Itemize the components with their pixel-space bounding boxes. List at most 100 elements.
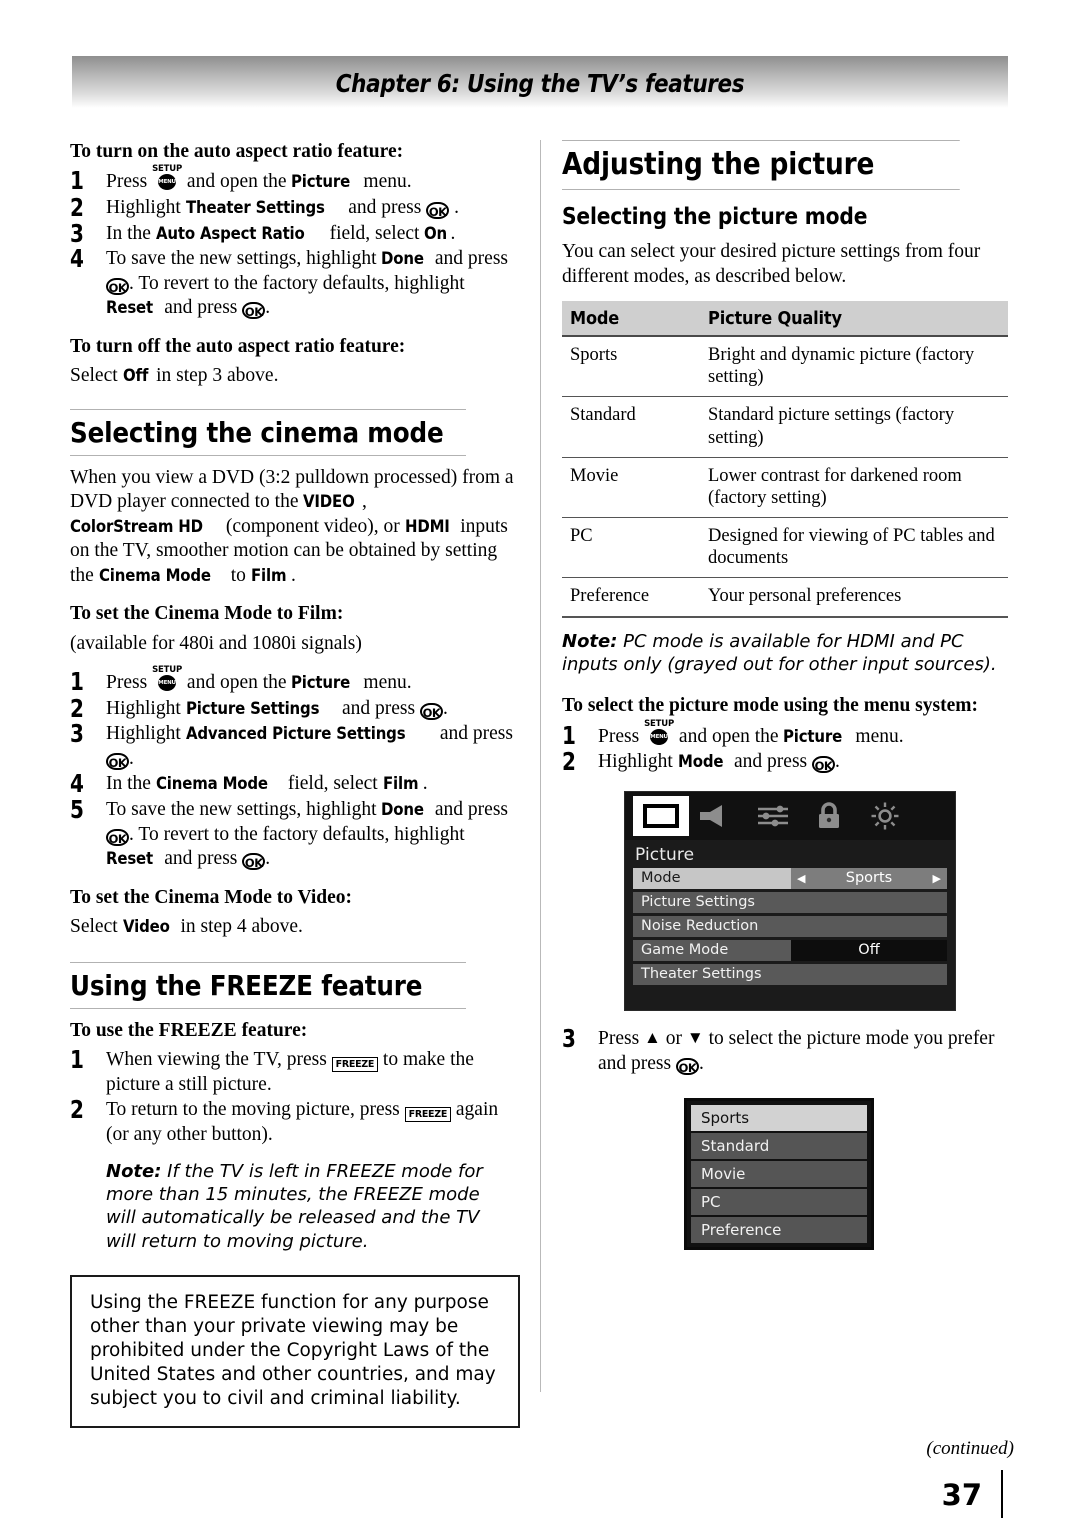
ok-key-icon: OK <box>812 756 835 774</box>
ok-key-icon: OK <box>106 828 129 846</box>
setup-menu-key-icon: SETUP MENU <box>152 666 182 692</box>
list-item: 3 Press ▲ or ▼ to select the picture mode… <box>562 1025 1014 1076</box>
dropdown-option-movie[interactable]: Movie <box>691 1161 867 1188</box>
step-number: 3 <box>70 719 84 749</box>
dropdown-option-standard[interactable]: Standard <box>691 1133 867 1160</box>
table-header-row: Mode Picture Quality <box>562 300 1008 337</box>
column-header-mode: Mode <box>562 300 700 337</box>
section-heading-freeze: Using the FREEZE feature <box>70 961 466 1009</box>
tv-menu-row-mode[interactable]: Mode ◀ Sports ▶ <box>633 867 947 889</box>
pc-mode-note: Note: PC mode is available for HDMI and … <box>562 630 1014 677</box>
picture-mode-intro: You can select your desired picture sett… <box>562 241 981 287</box>
tv-row-value-text: Sports <box>845 870 893 887</box>
page-number-rule <box>1001 1470 1003 1518</box>
body-text: Select <box>70 365 123 387</box>
step-text: To save the new settings, highlight <box>106 248 382 270</box>
step-number: 3 <box>70 218 84 248</box>
note-text: PC mode is available for HDMI and PC inp… <box>562 630 997 676</box>
step-number: 1 <box>70 667 84 697</box>
ui-term: Picture <box>291 673 351 694</box>
ui-term: Done <box>381 249 425 270</box>
step-text: Highlight <box>106 723 186 745</box>
cell-mode: Preference <box>562 577 700 618</box>
cell-quality: Lower contrast for darkened room (factor… <box>700 457 1008 519</box>
table-row: PC Designed for viewing of PC tables and… <box>562 517 1008 579</box>
section-heading-adjusting-picture: Adjusting the picture <box>562 140 960 190</box>
ui-term: Video <box>122 917 170 938</box>
step-text: and open the <box>182 171 292 193</box>
step-text: and press <box>159 848 243 870</box>
list-item: 1 Press SETUP MENU and open the Picture me… <box>562 720 1014 750</box>
auto-aspect-off-heading: To turn off the auto aspect ratio featur… <box>70 335 406 357</box>
step-text: and open the <box>674 725 784 747</box>
list-item: 3 Highlight Advanced Picture Settings and… <box>70 719 520 771</box>
dropdown-option-preference[interactable]: Preference <box>691 1217 867 1244</box>
dropdown-option-sports[interactable]: Sports <box>691 1105 867 1132</box>
list-item: 2 To return to the moving picture, press … <box>70 1096 520 1147</box>
tv-menu-row-noise-reduction[interactable]: Noise Reduction <box>633 915 947 937</box>
ui-term: Advanced Picture Settings <box>185 724 406 745</box>
tv-row-label: Noise Reduction <box>633 915 947 937</box>
step-text: . To revert to the factory defaults, hig… <box>129 272 465 294</box>
ui-term: Mode <box>677 752 723 773</box>
step-text: and press <box>159 297 243 319</box>
freeze-note: Note: If the TV is left in FREEZE mode f… <box>106 1160 506 1254</box>
auto-aspect-off-body: Select Off in step 3 above. <box>70 364 520 388</box>
step-text: and press <box>729 751 812 773</box>
step-text: Press <box>598 725 645 747</box>
freeze-key-icon: FREEZE <box>331 1057 379 1073</box>
dropdown-option-pc[interactable]: PC <box>691 1189 867 1216</box>
list-item: 2 Highlight Mode and press OK. <box>562 747 1014 777</box>
picture-mode-table: Mode Picture Quality Sports Bright and d… <box>562 300 1008 618</box>
tv-menu-row-picture-settings[interactable]: Picture Settings <box>633 891 947 913</box>
step-text: and open the <box>182 672 292 694</box>
step-text: . <box>129 747 134 769</box>
step-text: . <box>449 196 459 218</box>
tv-row-value-text: Off <box>858 942 880 959</box>
section-heading-cinema-mode: Selecting the cinema mode <box>70 408 466 456</box>
step-number: 2 <box>70 192 84 222</box>
body-text: When you view a DVD (3:2 pulldown proces… <box>70 466 514 513</box>
right-column: Adjusting the picture Selecting the pict… <box>562 140 1014 1251</box>
ok-key-icon: OK <box>426 201 450 219</box>
note-label: Note: <box>562 630 618 652</box>
step-text: Highlight <box>106 697 186 719</box>
brightness-icon[interactable] <box>857 796 913 836</box>
freeze-key-icon: FREEZE <box>404 1107 452 1123</box>
settings-sliders-icon[interactable] <box>745 796 801 836</box>
step-text: Press <box>106 171 153 193</box>
tv-row-value[interactable]: Off <box>791 939 947 961</box>
tv-menu-row-theater-settings[interactable]: Theater Settings <box>633 963 947 985</box>
chevron-right-icon[interactable]: ▶ <box>933 873 941 884</box>
ui-term: Picture Settings <box>185 698 319 719</box>
cell-mode: Standard <box>562 396 700 458</box>
picture-mode-dropdown-screenshot: Sports Standard Movie PC Preference <box>684 1098 874 1251</box>
lock-icon[interactable] <box>801 796 857 836</box>
step-text: To return to the moving picture, press <box>106 1099 405 1121</box>
chevron-left-icon[interactable]: ◀ <box>797 873 805 884</box>
cell-mode: Sports <box>562 335 700 398</box>
setup-menu-key-icon: SETUP MENU <box>152 165 182 191</box>
step-text: or <box>660 1027 687 1049</box>
left-column: To turn on the auto aspect ratio feature… <box>70 140 520 1429</box>
step-text: . <box>442 697 448 719</box>
picture-icon[interactable] <box>633 795 689 836</box>
continued-label: (continued) <box>926 1438 1014 1459</box>
step-text: field, select <box>324 222 425 244</box>
list-item: 1 Press SETUP MENU and open the Picture me… <box>70 165 520 195</box>
list-item: 4 To save the new settings, highlight Don… <box>70 245 520 321</box>
body-text: to <box>225 564 251 586</box>
tv-row-label: Mode <box>633 867 791 889</box>
tv-menu-row-game-mode[interactable]: Game Mode Off <box>633 939 947 961</box>
cinema-film-heading: To set the Cinema Mode to Film: <box>70 603 344 625</box>
body-text: . <box>290 564 296 586</box>
list-item: 2 Highlight Theater Settings and press OK… <box>70 192 520 222</box>
ui-term: Cinema Mode <box>98 565 211 586</box>
cell-quality: Bright and dynamic picture (factory sett… <box>700 335 1008 398</box>
tv-row-value[interactable]: ◀ Sports ▶ <box>791 867 947 889</box>
step-text: Highlight <box>598 751 678 773</box>
auto-aspect-on-heading: To turn on the auto aspect ratio feature… <box>70 141 404 162</box>
step-number: 2 <box>562 747 576 777</box>
sound-icon[interactable] <box>689 796 745 836</box>
tv-menu-rows: Mode ◀ Sports ▶ Picture Settings Noise R… <box>625 867 955 985</box>
